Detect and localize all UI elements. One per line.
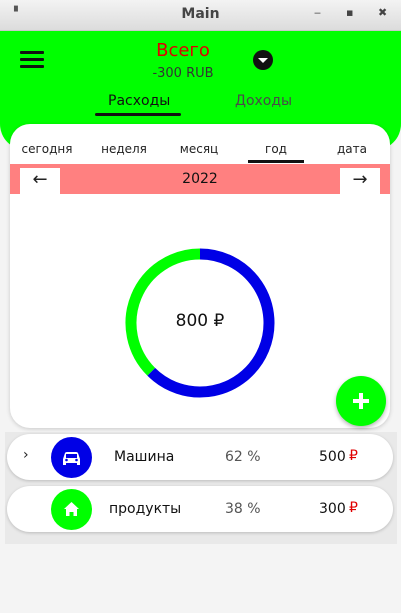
period-tab-today[interactable]: сегодня [17, 142, 77, 156]
period-tab-month[interactable]: месяц [169, 142, 229, 156]
maximize-icon[interactable]: ▪ [346, 6, 353, 19]
next-period-button[interactable]: → [340, 168, 380, 194]
tab-income[interactable]: Доходы [235, 93, 292, 109]
category-amount: 300 [319, 501, 346, 517]
tab-expenses[interactable]: Расходы [108, 93, 170, 109]
donut-total: 800 ₽ [175, 311, 225, 331]
minimize-icon[interactable]: ‒ [314, 6, 321, 19]
category-amount: 500 [319, 449, 346, 465]
add-button[interactable] [336, 376, 386, 426]
ruble-icon: ₽ [349, 448, 358, 464]
total-label: Всего [156, 40, 210, 61]
category-row-car[interactable]: › Машина 62 % 500 ₽ [7, 434, 393, 480]
summary-card: сегодня неделя месяц год дата ← 2022 → 8… [10, 124, 390, 428]
period-active-underline [248, 160, 304, 163]
category-row-products[interactable]: продукты 38 % 300 ₽ [7, 486, 393, 532]
category-percent: 62 % [225, 449, 261, 465]
chevron-right-icon[interactable]: › [23, 447, 29, 463]
period-tab-week[interactable]: неделя [94, 142, 154, 156]
period-navigator: ← 2022 → [10, 164, 390, 194]
home-icon [51, 489, 92, 530]
tab-active-underline [95, 113, 181, 116]
period-tab-year[interactable]: год [246, 142, 306, 156]
category-name: продукты [109, 501, 182, 517]
car-icon [51, 437, 92, 478]
currency-dropdown-icon[interactable] [253, 50, 273, 70]
window-titlebar: ▘ Main ‒ ▪ ✖ [0, 0, 401, 31]
ruble-icon: ₽ [349, 500, 358, 516]
total-value: -300 RUB [152, 66, 214, 81]
window-title: Main [181, 6, 220, 22]
current-period: 2022 [182, 171, 218, 187]
category-percent: 38 % [225, 501, 261, 517]
category-name: Машина [114, 449, 175, 465]
close-icon[interactable]: ✖ [378, 6, 387, 19]
period-tab-date[interactable]: дата [322, 142, 382, 156]
